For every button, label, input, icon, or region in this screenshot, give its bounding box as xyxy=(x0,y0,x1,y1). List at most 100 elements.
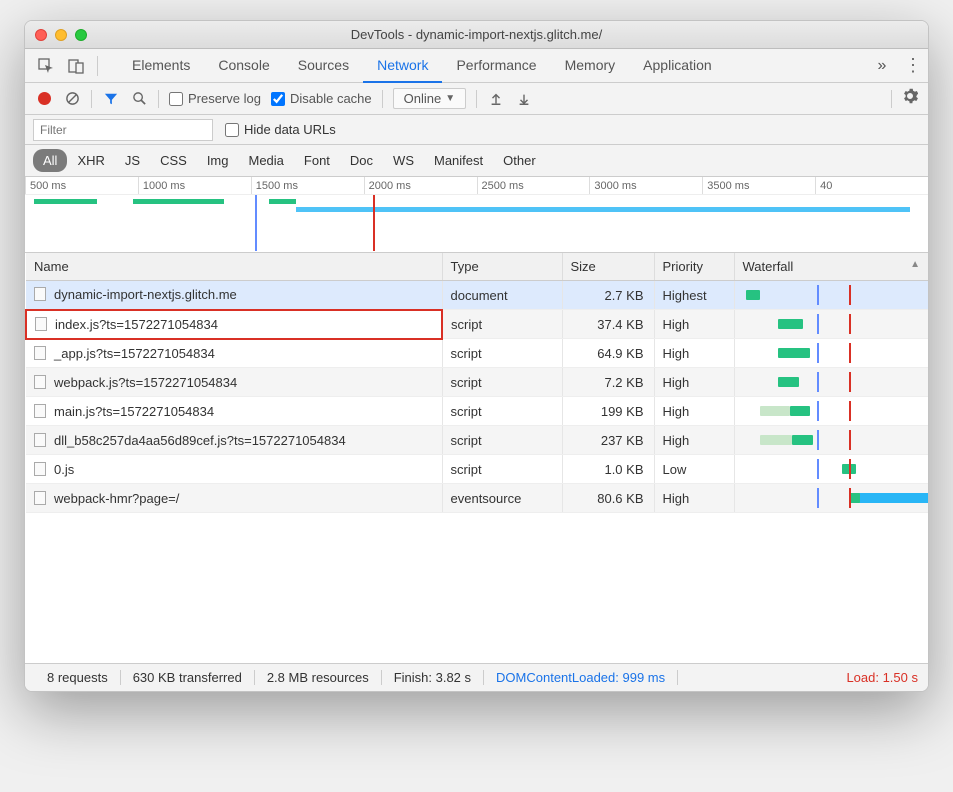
cell-type: script xyxy=(442,310,562,339)
cell-type: script xyxy=(442,455,562,484)
cell-waterfall xyxy=(734,397,928,426)
record-icon[interactable] xyxy=(35,90,53,108)
filter-chip-manifest[interactable]: Manifest xyxy=(424,149,493,172)
status-bar: 8 requests 630 KB transferred 2.8 MB res… xyxy=(25,663,928,691)
ruler-tick: 1500 ms xyxy=(251,177,364,194)
filter-chip-css[interactable]: CSS xyxy=(150,149,197,172)
tab-performance[interactable]: Performance xyxy=(442,49,550,83)
ruler-tick: 500 ms xyxy=(25,177,138,194)
status-resources: 2.8 MB resources xyxy=(255,670,382,685)
filter-chip-all[interactable]: All xyxy=(33,149,67,172)
cell-waterfall xyxy=(734,368,928,397)
cell-name: dynamic-import-nextjs.glitch.me xyxy=(26,281,442,310)
table-row[interactable]: webpack.js?ts=1572271054834script7.2 KBH… xyxy=(26,368,928,397)
table-header-row: Name Type Size Priority Waterfall▲ xyxy=(26,253,928,281)
file-icon xyxy=(34,287,46,301)
upload-har-icon[interactable] xyxy=(487,90,505,108)
table-row[interactable]: 0.jsscript1.0 KBLow xyxy=(26,455,928,484)
cell-name: main.js?ts=1572271054834 xyxy=(26,397,442,426)
throttling-value: Online xyxy=(404,91,442,106)
cell-type: eventsource xyxy=(442,484,562,513)
search-icon[interactable] xyxy=(130,90,148,108)
hide-data-urls-checkbox[interactable]: Hide data URLs xyxy=(225,122,336,137)
cell-size: 199 KB xyxy=(562,397,654,426)
col-priority[interactable]: Priority xyxy=(654,253,734,281)
cell-priority: High xyxy=(654,397,734,426)
cell-size: 80.6 KB xyxy=(562,484,654,513)
dcl-marker xyxy=(255,195,257,251)
filter-chip-js[interactable]: JS xyxy=(115,149,150,172)
tab-console[interactable]: Console xyxy=(204,49,283,83)
throttling-select[interactable]: Online ▼ xyxy=(393,88,466,109)
cell-type: script xyxy=(442,397,562,426)
request-table[interactable]: Name Type Size Priority Waterfall▲ dynam… xyxy=(25,253,928,663)
tab-application[interactable]: Application xyxy=(629,49,726,83)
cell-size: 2.7 KB xyxy=(562,281,654,310)
filter-row: Hide data URLs xyxy=(25,115,928,145)
ruler-tick: 3000 ms xyxy=(589,177,702,194)
network-toolbar: Preserve log Disable cache Online ▼ xyxy=(25,83,928,115)
hide-data-urls-label: Hide data URLs xyxy=(244,122,336,137)
device-toolbar-icon[interactable] xyxy=(63,53,89,79)
filter-chip-xhr[interactable]: XHR xyxy=(67,149,114,172)
filter-chip-media[interactable]: Media xyxy=(238,149,293,172)
filter-chip-ws[interactable]: WS xyxy=(383,149,424,172)
file-icon xyxy=(34,375,46,389)
col-waterfall[interactable]: Waterfall▲ xyxy=(734,253,928,281)
ruler-tick: 3500 ms xyxy=(702,177,815,194)
download-har-icon[interactable] xyxy=(515,90,533,108)
tab-network[interactable]: Network xyxy=(363,49,442,83)
table-row[interactable]: main.js?ts=1572271054834script199 KBHigh xyxy=(26,397,928,426)
preserve-log-checkbox[interactable]: Preserve log xyxy=(169,91,261,106)
overview-canvas xyxy=(25,195,928,251)
col-type[interactable]: Type xyxy=(442,253,562,281)
file-icon xyxy=(35,317,47,331)
file-icon xyxy=(34,404,46,418)
cell-name: webpack-hmr?page=/ xyxy=(26,484,442,513)
table-row[interactable]: dynamic-import-nextjs.glitch.medocument2… xyxy=(26,281,928,310)
timeline-overview[interactable]: 500 ms1000 ms1500 ms2000 ms2500 ms3000 m… xyxy=(25,177,928,253)
chevron-down-icon: ▼ xyxy=(445,93,455,104)
panel-tabs: ElementsConsoleSourcesNetworkPerformance… xyxy=(25,49,928,83)
ruler-tick: 1000 ms xyxy=(138,177,251,194)
cell-waterfall xyxy=(734,339,928,368)
filter-icon[interactable] xyxy=(102,90,120,108)
inspect-element-icon[interactable] xyxy=(33,53,59,79)
file-icon xyxy=(34,462,46,476)
table-row[interactable]: dll_b58c257da4aa56d89cef.js?ts=157227105… xyxy=(26,426,928,455)
col-name[interactable]: Name xyxy=(26,253,442,281)
ruler-tick: 2500 ms xyxy=(477,177,590,194)
filter-chip-other[interactable]: Other xyxy=(493,149,546,172)
cell-waterfall xyxy=(734,310,928,339)
cell-size: 1.0 KB xyxy=(562,455,654,484)
tab-sources[interactable]: Sources xyxy=(284,49,363,83)
cell-type: script xyxy=(442,368,562,397)
table-row[interactable]: webpack-hmr?page=/eventsource80.6 KBHigh xyxy=(26,484,928,513)
filter-chip-img[interactable]: Img xyxy=(197,149,239,172)
kebab-menu-icon[interactable]: ⋮ xyxy=(904,55,920,76)
overflow-tabs-icon[interactable]: » xyxy=(868,57,896,75)
cell-priority: High xyxy=(654,484,734,513)
filter-chip-font[interactable]: Font xyxy=(294,149,340,172)
gear-icon[interactable] xyxy=(902,88,918,109)
clear-icon[interactable] xyxy=(63,90,81,108)
cell-type: script xyxy=(442,426,562,455)
status-transferred: 630 KB transferred xyxy=(121,670,255,685)
cell-name: 0.js xyxy=(26,455,442,484)
cell-priority: Low xyxy=(654,455,734,484)
disable-cache-checkbox[interactable]: Disable cache xyxy=(271,91,372,106)
tab-memory[interactable]: Memory xyxy=(551,49,630,83)
filter-input[interactable] xyxy=(33,119,213,141)
table-row[interactable]: index.js?ts=1572271054834script37.4 KBHi… xyxy=(26,310,928,339)
sort-asc-icon: ▲ xyxy=(910,259,920,270)
cell-priority: Highest xyxy=(654,281,734,310)
table-row[interactable]: _app.js?ts=1572271054834script64.9 KBHig… xyxy=(26,339,928,368)
filter-chip-doc[interactable]: Doc xyxy=(340,149,383,172)
cell-waterfall xyxy=(734,426,928,455)
cell-waterfall xyxy=(734,484,928,513)
cell-priority: High xyxy=(654,368,734,397)
file-icon xyxy=(34,346,46,360)
col-size[interactable]: Size xyxy=(562,253,654,281)
tab-elements[interactable]: Elements xyxy=(118,49,204,83)
cell-name: _app.js?ts=1572271054834 xyxy=(26,339,442,368)
